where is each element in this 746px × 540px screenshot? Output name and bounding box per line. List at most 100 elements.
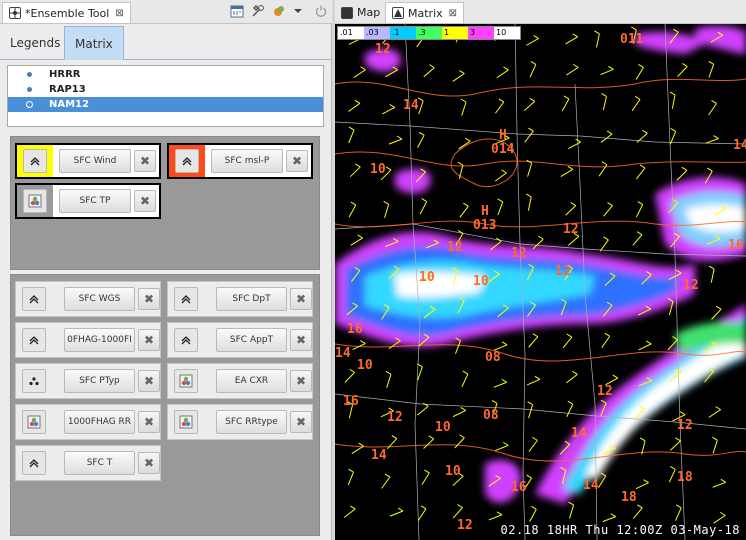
visibility-toggle-button[interactable] — [22, 287, 46, 311]
wind-barb-shaft — [497, 201, 504, 216]
visibility-toggle-button[interactable] — [22, 328, 46, 352]
field-tile-sfc-wind: SFC Wind ✖ — [15, 143, 161, 179]
tools-icon[interactable] — [251, 4, 265, 18]
wind-barb-shaft — [565, 36, 578, 45]
wind-barb-flag — [594, 30, 600, 35]
field-label-button[interactable]: SFC AppT — [215, 328, 288, 352]
tab-legends[interactable]: Legends — [0, 26, 70, 60]
wind-barb-shaft — [381, 476, 391, 489]
tab-matrix-editor[interactable]: Matrix ⊠ — [385, 2, 465, 23]
visibility-toggle-button[interactable] — [174, 410, 198, 434]
visibility-toggle-button[interactable] — [174, 287, 198, 311]
wind-barb-shaft — [417, 135, 425, 148]
wind-barb-shaft — [524, 130, 534, 143]
wind-barb-flag — [707, 167, 713, 172]
wind-barb-flag — [537, 235, 544, 240]
visibility-toggle-button[interactable] — [175, 149, 199, 173]
visibility-toggle-button[interactable] — [174, 369, 198, 393]
remove-field-button[interactable]: ✖ — [138, 411, 160, 433]
contour-label: 08 — [485, 350, 501, 365]
remove-field-button[interactable]: ✖ — [290, 288, 312, 310]
remove-field-button[interactable]: ✖ — [286, 150, 308, 172]
wind-barb-shaft — [567, 235, 580, 246]
model-item-rap13[interactable]: RAP13 — [8, 82, 323, 97]
wind-barb-flag — [529, 97, 535, 102]
tab-matrix-label: Matrix — [408, 6, 443, 20]
tab-map[interactable]: Map — [335, 2, 386, 23]
wind-barb-shaft — [529, 509, 537, 522]
chevron-down-icon[interactable] — [293, 4, 307, 18]
wind-barb-flag — [715, 406, 721, 411]
wind-barb-shaft — [488, 514, 503, 521]
model-dot-icon — [27, 72, 32, 77]
field-label-button[interactable]: SFC Wind — [59, 149, 131, 173]
field-label-button[interactable]: SFC T — [63, 451, 136, 475]
ensemble-tool-tab[interactable]: *Ensemble Tool ⊠ — [2, 2, 131, 23]
close-icon[interactable]: ⊠ — [115, 8, 123, 19]
calendar-icon[interactable] — [230, 4, 244, 18]
wind-barb-shaft — [417, 405, 429, 416]
contour-label: 12 — [447, 240, 463, 255]
visibility-toggle-button[interactable] — [23, 189, 47, 213]
wind-barb-shaft — [708, 409, 721, 418]
wind-barb-flag — [639, 437, 646, 442]
wind-barb-flag — [636, 504, 643, 509]
wind-barb-flag — [532, 333, 539, 338]
wind-barb-flag — [612, 374, 619, 379]
remove-field-button[interactable]: ✖ — [290, 411, 312, 433]
model-item-nam12[interactable]: NAM12 — [8, 97, 323, 112]
wind-barb-shaft — [710, 268, 715, 283]
field-label-button[interactable]: SFC PTyp — [63, 369, 136, 393]
contour-label: 014 — [491, 142, 515, 157]
field-label-button[interactable]: 0FHAG-1000FI — [63, 328, 136, 352]
field-tile-sfc-msl-p: SFC msl-P ✖ — [167, 143, 313, 179]
wind-barb-flag — [389, 103, 395, 108]
remove-field-button[interactable]: ✖ — [290, 329, 312, 351]
field-label-button[interactable]: 1000FHAG RR — [63, 410, 136, 434]
contour-label: 10 — [473, 274, 489, 289]
wind-barb-shaft — [529, 64, 537, 78]
model-item-hrrr[interactable]: HRRR — [8, 67, 323, 82]
field-label-button[interactable]: SFC DpT — [215, 287, 288, 311]
field-color-swatch — [17, 185, 53, 217]
tab-matrix[interactable]: Matrix — [64, 26, 124, 60]
wind-barb-flag — [462, 370, 469, 375]
wind-barb-flag — [681, 166, 688, 171]
field-label-button[interactable]: SFC msl-P — [211, 149, 283, 173]
visibility-toggle-button[interactable] — [22, 410, 46, 434]
wind-barb-shaft — [347, 471, 354, 486]
power-icon[interactable] — [314, 4, 328, 18]
field-label-button[interactable]: SFC RRtype — [215, 410, 288, 434]
field-label-button[interactable]: SFC WGS — [63, 287, 136, 311]
visibility-toggle-button[interactable] — [22, 369, 46, 393]
remove-field-button[interactable]: ✖ — [134, 150, 156, 172]
remove-field-button[interactable]: ✖ — [134, 190, 156, 212]
wind-barb-flag — [525, 193, 532, 198]
remove-field-button[interactable]: ✖ — [138, 288, 160, 310]
field-label-button[interactable]: EA CXR — [215, 369, 288, 393]
visibility-toggle-button[interactable] — [174, 328, 198, 352]
remove-field-button[interactable]: ✖ — [138, 329, 160, 351]
remove-field-button[interactable]: ✖ — [138, 370, 160, 392]
wind-barb-shaft — [561, 98, 570, 112]
field-tile-0fhag-1000fi: 0FHAG-1000FI ✖ — [15, 322, 161, 358]
layers-icon[interactable] — [272, 4, 286, 18]
wind-barb-flag — [385, 166, 392, 171]
wind-barb-shaft — [667, 339, 678, 351]
close-icon[interactable]: ⊠ — [449, 8, 457, 19]
visibility-toggle-button[interactable] — [22, 451, 46, 475]
wind-barb-flag — [496, 511, 503, 516]
visibility-toggle-button[interactable] — [23, 149, 47, 173]
wind-barb-flag — [463, 202, 469, 207]
remove-field-button[interactable]: ✖ — [290, 370, 312, 392]
wind-barb-shaft — [602, 516, 616, 523]
contour-label: 14 — [371, 448, 387, 463]
map-canvas[interactable]: .01 .03 .1 .3 1 3 10 12 011 14 10 H 014 … — [335, 24, 746, 540]
wind-barb-shaft — [496, 69, 509, 79]
image-icon — [179, 415, 193, 429]
wind-barb-shaft — [565, 205, 577, 216]
wind-barb-flag — [631, 26, 637, 31]
field-label-button[interactable]: SFC TP — [59, 189, 131, 213]
remove-field-button[interactable]: ✖ — [138, 452, 160, 474]
model-dot-icon — [27, 87, 32, 92]
